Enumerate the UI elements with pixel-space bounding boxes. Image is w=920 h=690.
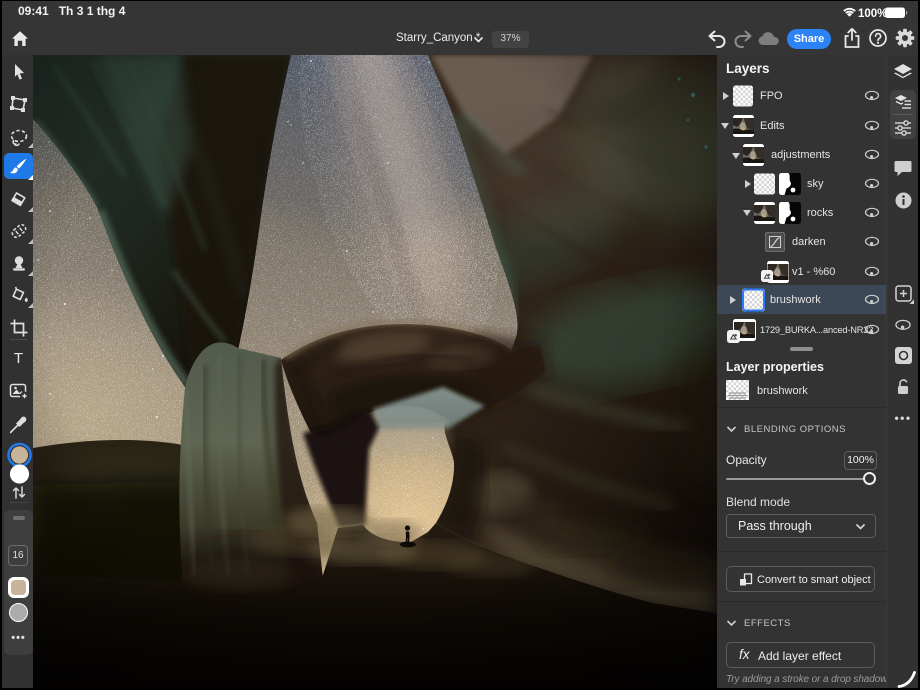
svg-text:100%: 100% [858, 8, 887, 20]
